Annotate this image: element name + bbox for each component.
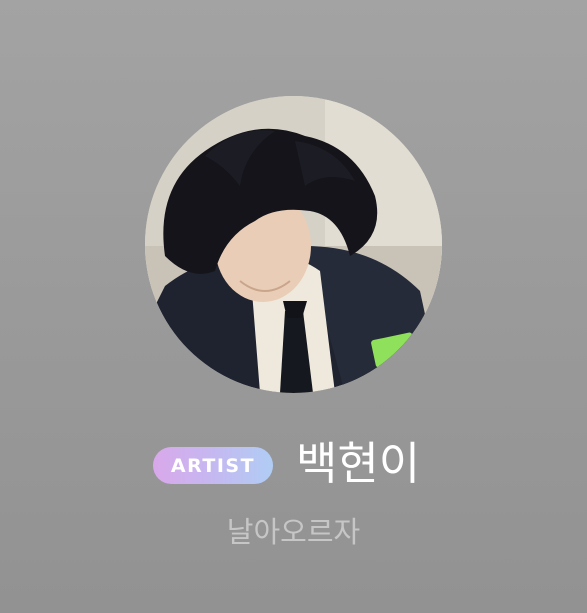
artist-profile: ARTIST 백현이 날아오르자: [0, 0, 587, 613]
profile-subtitle: 날아오르자: [226, 515, 361, 549]
profile-avatar[interactable]: [145, 96, 442, 393]
name-row: ARTIST 백현이: [0, 432, 587, 496]
artist-badge-label: ARTIST: [170, 454, 256, 477]
artist-name: 백현이: [296, 437, 421, 490]
artist-badge: ARTIST: [153, 447, 273, 484]
avatar-photo: [145, 96, 442, 393]
